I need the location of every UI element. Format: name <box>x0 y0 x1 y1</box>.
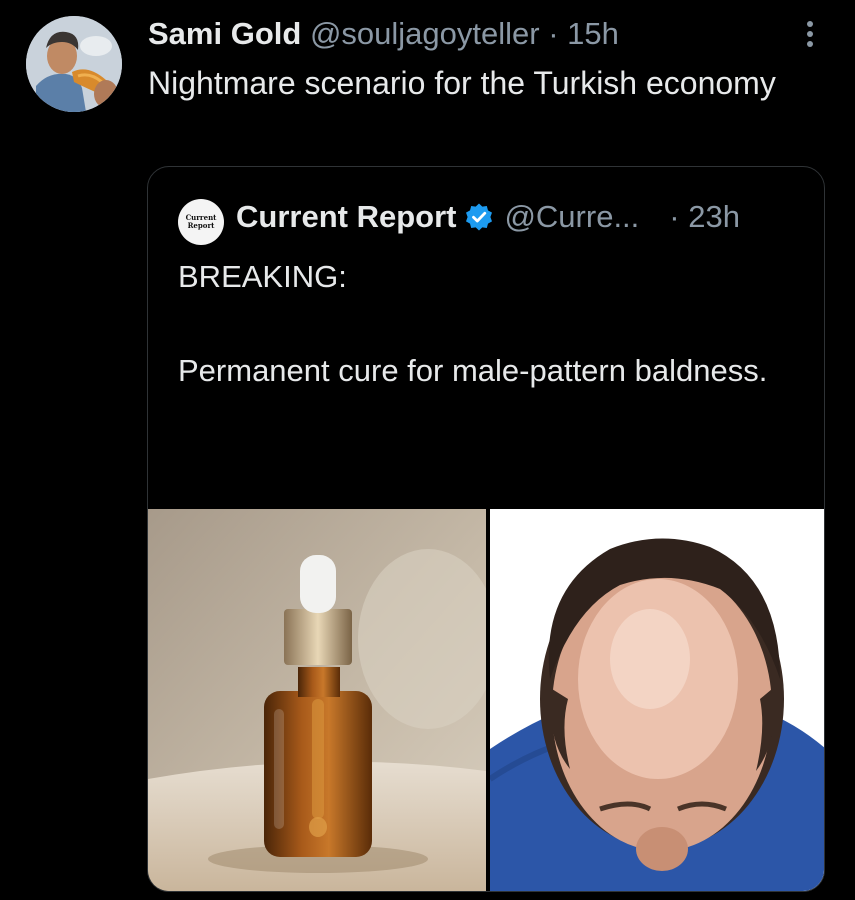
quote-author-handle[interactable]: @Curre... <box>504 197 639 237</box>
quote-header: Current Report @Curre... · 23h <box>236 197 740 237</box>
quote-author-name[interactable]: Current Report <box>236 197 456 237</box>
balding-head-photo[interactable] <box>490 509 824 891</box>
author-handle[interactable]: @souljagoyteller <box>310 16 540 51</box>
logo-line-2: Report <box>187 221 215 230</box>
quoted-tweet[interactable]: Current Report Current Report @Curre... … <box>147 166 825 892</box>
quote-text: BREAKING: Permanent cure for male-patter… <box>178 253 798 394</box>
quote-text-line-2: Permanent cure for male-pattern baldness… <box>178 353 768 388</box>
author-avatar[interactable] <box>26 16 122 112</box>
tweet-text: Nightmare scenario for the Turkish econo… <box>148 65 776 101</box>
quote-time[interactable]: · 23h <box>669 197 740 237</box>
quote-text-line-1: BREAKING: <box>178 259 347 294</box>
quote-author-avatar[interactable]: Current Report <box>178 199 224 245</box>
tweet-header: Sami Gold @souljagoyteller · 15h <box>148 14 619 54</box>
more-vertical-icon[interactable] <box>790 14 830 54</box>
serum-bottle-photo[interactable] <box>148 509 486 891</box>
header-separator: · <box>539 16 568 51</box>
author-name[interactable]: Sami Gold <box>148 16 301 51</box>
verified-badge-icon <box>464 202 494 232</box>
tweet-time[interactable]: 15h <box>567 16 619 51</box>
